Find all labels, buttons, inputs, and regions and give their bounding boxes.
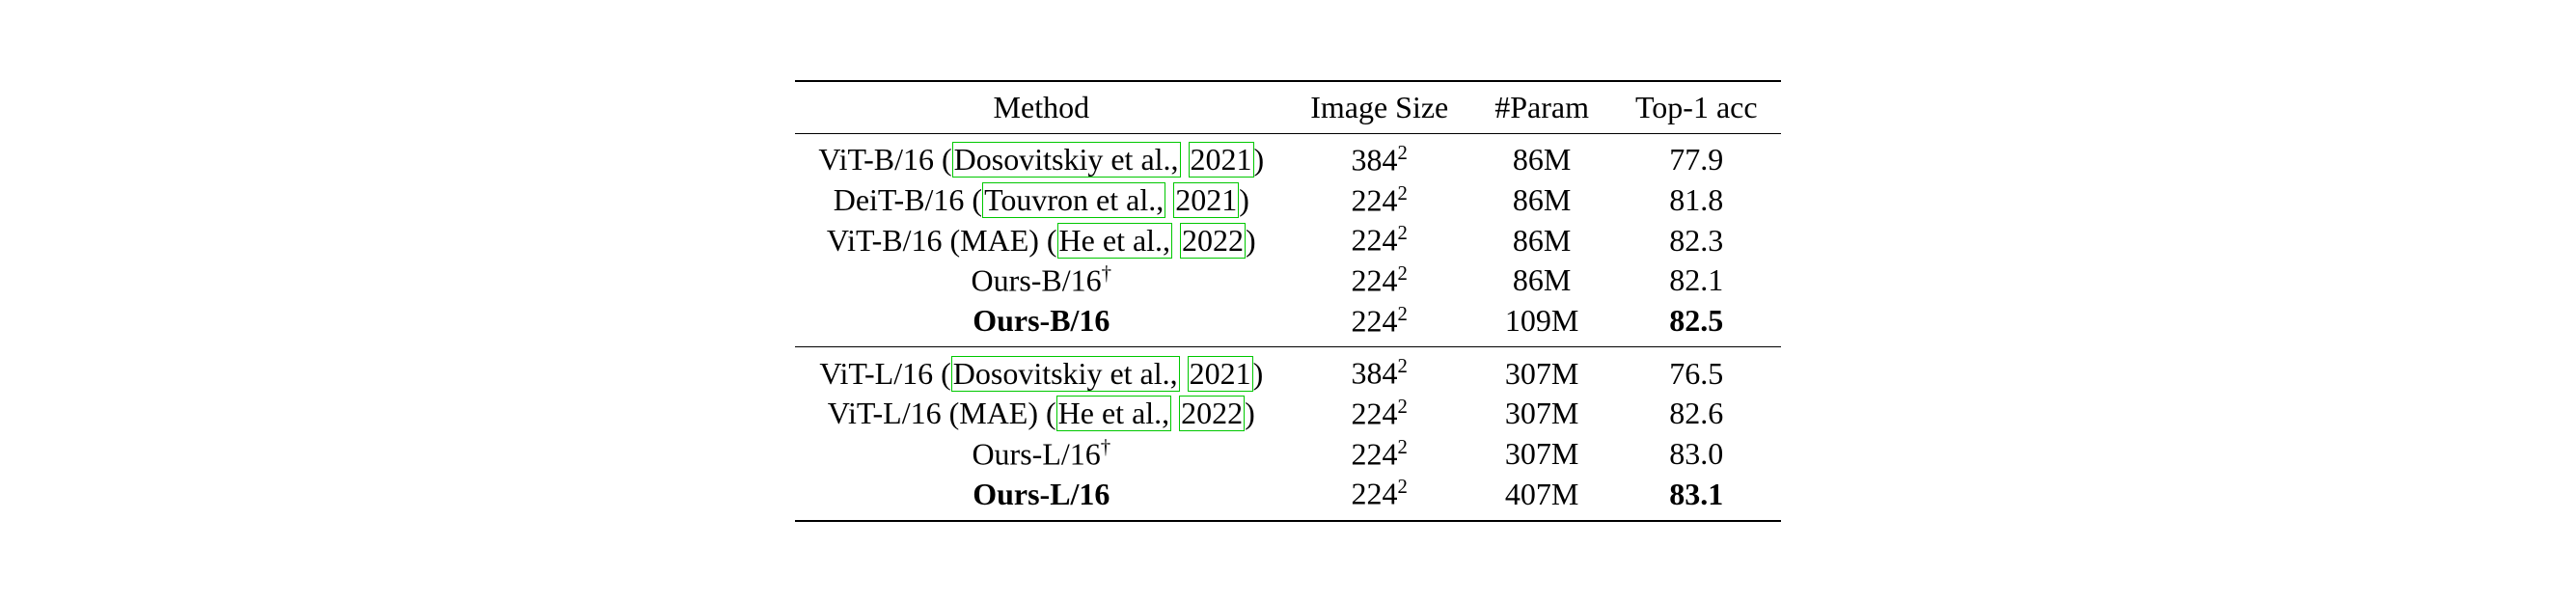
cell-method: ViT-L/16 (Dosovitskiy et al., 2021) — [795, 347, 1287, 394]
table-row: Ours-L/16 2242 407M 83.1 — [795, 474, 1780, 521]
cell-param: 109M — [1471, 301, 1612, 347]
cite-link[interactable]: 2022 — [1180, 223, 1246, 259]
cite-link[interactable]: Dosovitskiy et al., — [951, 356, 1180, 392]
cell-param: 307M — [1471, 434, 1612, 475]
cell-top1: 83.0 — [1612, 434, 1781, 475]
cell-top1: 82.1 — [1612, 260, 1781, 301]
table-row: Ours-B/16 2242 109M 82.5 — [795, 301, 1780, 347]
cite-link[interactable]: Touvron et al., — [982, 182, 1165, 218]
table-row: ViT-L/16 (Dosovitskiy et al., 2021) 3842… — [795, 347, 1780, 394]
table-row: ViT-L/16 (MAE) (He et al., 2022) 2242 30… — [795, 394, 1780, 434]
cite-link[interactable]: 2022 — [1179, 396, 1245, 431]
dagger-icon: † — [1101, 436, 1110, 458]
header-top1: Top-1 acc — [1612, 81, 1781, 134]
table-row: ViT-B/16 (MAE) (He et al., 2022) 2242 86… — [795, 220, 1780, 260]
cell-method: Ours-B/16 — [795, 301, 1287, 347]
cell-image-size: 2242 — [1287, 301, 1471, 347]
cell-param: 86M — [1471, 180, 1612, 221]
cell-image-size: 2242 — [1287, 260, 1471, 301]
header-param: #Param — [1471, 81, 1612, 134]
cell-top1: 82.6 — [1612, 394, 1781, 434]
cell-image-size: 2242 — [1287, 474, 1471, 521]
cite-link[interactable]: 2021 — [1188, 356, 1253, 392]
cell-image-size: 3842 — [1287, 347, 1471, 394]
cell-image-size: 2242 — [1287, 394, 1471, 434]
header-method: Method — [795, 81, 1287, 134]
cite-link[interactable]: Dosovitskiy et al., — [952, 142, 1181, 178]
cell-method: Ours-L/16† — [795, 434, 1287, 475]
cite-link[interactable]: He et al., — [1056, 396, 1172, 431]
cell-top1: 76.5 — [1612, 347, 1781, 394]
cell-top1: 77.9 — [1612, 134, 1781, 180]
header-image-size: Image Size — [1287, 81, 1471, 134]
cell-top1: 82.3 — [1612, 220, 1781, 260]
cell-method: Ours-L/16 — [795, 474, 1287, 521]
cell-method: Ours-B/16† — [795, 260, 1287, 301]
cell-method: ViT-L/16 (MAE) (He et al., 2022) — [795, 394, 1287, 434]
cite-link[interactable]: 2021 — [1173, 182, 1239, 218]
cell-image-size: 2242 — [1287, 434, 1471, 475]
table-row: ViT-B/16 (Dosovitskiy et al., 2021) 3842… — [795, 134, 1780, 180]
cell-param: 86M — [1471, 220, 1612, 260]
table-header-row: Method Image Size #Param Top-1 acc — [795, 81, 1780, 134]
cell-image-size: 2242 — [1287, 180, 1471, 221]
table-row: Ours-L/16† 2242 307M 83.0 — [795, 434, 1780, 475]
cell-image-size: 3842 — [1287, 134, 1471, 180]
cell-param: 86M — [1471, 134, 1612, 180]
dagger-icon: † — [1102, 262, 1111, 285]
cite-link[interactable]: He et al., — [1057, 223, 1173, 259]
cell-image-size: 2242 — [1287, 220, 1471, 260]
cell-method: ViT-B/16 (MAE) (He et al., 2022) — [795, 220, 1287, 260]
cell-param: 307M — [1471, 394, 1612, 434]
cell-top1: 81.8 — [1612, 180, 1781, 221]
cell-param: 86M — [1471, 260, 1612, 301]
cell-method: ViT-B/16 (Dosovitskiy et al., 2021) — [795, 134, 1287, 180]
cell-param: 407M — [1471, 474, 1612, 521]
cell-param: 307M — [1471, 347, 1612, 394]
table-row: DeiT-B/16 (Touvron et al., 2021) 2242 86… — [795, 180, 1780, 221]
table-row: Ours-B/16† 2242 86M 82.1 — [795, 260, 1780, 301]
cell-method: DeiT-B/16 (Touvron et al., 2021) — [795, 180, 1287, 221]
cell-top1: 83.1 — [1612, 474, 1781, 521]
results-table: Method Image Size #Param Top-1 acc ViT-B… — [795, 80, 1780, 522]
cell-top1: 82.5 — [1612, 301, 1781, 347]
cite-link[interactable]: 2021 — [1189, 142, 1254, 178]
